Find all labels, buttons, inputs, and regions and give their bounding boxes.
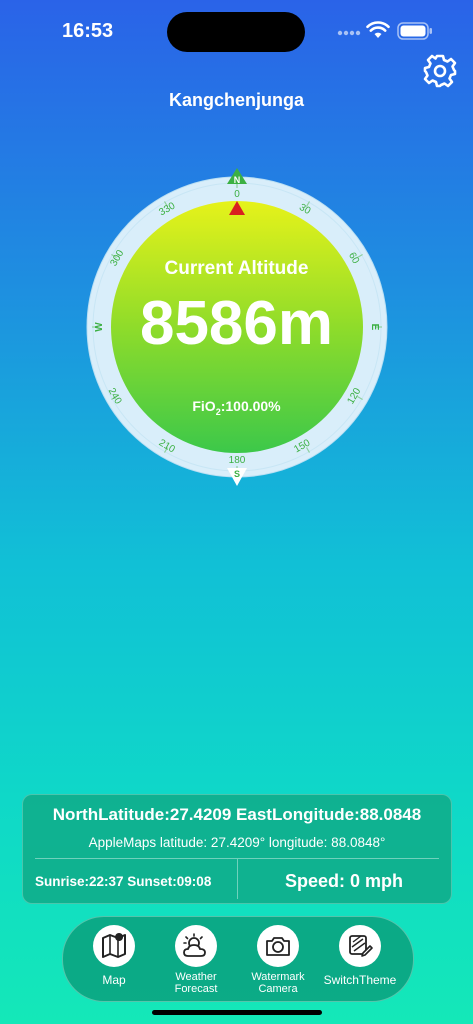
theme-icon [349, 935, 373, 957]
degree-label-330: 330 [157, 200, 177, 218]
dock-item-weather-forecast[interactable]: Weather Forecast [155, 925, 237, 995]
location-info-card: NorthLatitude:27.4209 EastLongitude:88.0… [22, 794, 452, 904]
dock-item-watermark-camera[interactable]: Watermark Camera [237, 925, 319, 995]
degree-label-30: 30 [297, 202, 313, 217]
fio2-prefix: FiO [192, 398, 216, 414]
fio2-value: :100.00% [220, 398, 281, 414]
heading-pointer-icon [229, 201, 245, 215]
dynamic-island [167, 12, 305, 52]
status-time: 16:53 [62, 20, 114, 42]
bottom-dock: Map Weather Forecast Watermark Camera Sw… [62, 916, 414, 1002]
speed-readout: Speed: 0 mph [284, 871, 404, 891]
dock-label-map: Map [102, 973, 126, 987]
dock-label-camera: Watermark Camera [251, 971, 305, 995]
home-indicator [152, 1010, 322, 1015]
weather-icon [183, 933, 206, 957]
apple-maps-coordinates: AppleMaps latitude: 27.4209° longitude: … [88, 835, 386, 850]
degree-label-150: 150 [292, 437, 312, 455]
dock-item-map[interactable]: Map [73, 925, 155, 986]
degree-label-210: 210 [157, 437, 177, 455]
gear-icon[interactable] [423, 54, 457, 88]
dock-label-theme: SwitchTheme [323, 973, 397, 987]
location-title: Kangchenjunga [168, 90, 304, 110]
dock-label-weather: Weather Forecast [174, 971, 218, 995]
altitude-label: Current Altitude [164, 258, 309, 279]
sunrise-sunset: Sunrise:22:37 Sunset:09:08 [35, 874, 212, 889]
coordinates-text: NorthLatitude:27.4209 EastLongitude:88.0… [52, 805, 422, 824]
north-letter: N [234, 175, 241, 185]
cellular-icon [337, 30, 361, 36]
degree-label-180: 180 [229, 455, 246, 466]
battery-icon [397, 22, 432, 40]
map-icon [102, 933, 126, 958]
fio2-readout: FiO2:100.00% [0, 398, 473, 417]
status-bar: 16:53 [0, 0, 473, 60]
south-letter: S [234, 469, 240, 479]
camera-icon [266, 937, 290, 956]
altitude-value: 8586m [139, 289, 334, 358]
wifi-icon [366, 21, 390, 38]
degree-label-0: 0 [234, 189, 240, 200]
dock-item-switch-theme[interactable]: SwitchTheme [319, 925, 401, 986]
